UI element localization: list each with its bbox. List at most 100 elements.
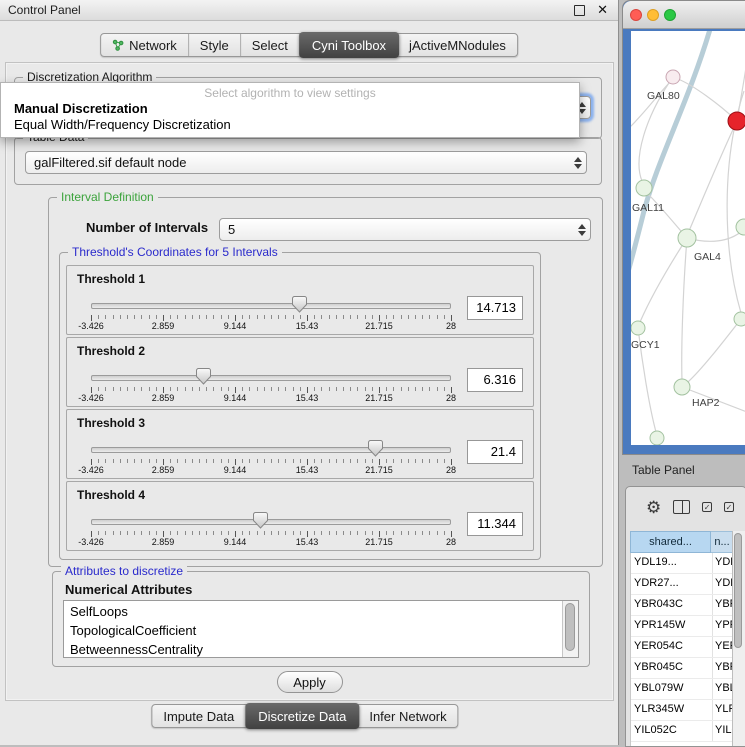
slider-track[interactable] — [91, 447, 451, 453]
gear-icon[interactable]: ⚙ — [646, 499, 661, 516]
network-node-gal11[interactable] — [636, 180, 652, 196]
network-edge[interactable] — [689, 121, 737, 231]
dropdown-option-manual-discretization[interactable]: Manual Discretization — [14, 101, 148, 116]
network-node[interactable] — [728, 112, 745, 130]
listbox-scrollbar[interactable] — [562, 601, 578, 657]
table-row[interactable]: YPR145WYPR1... — [631, 616, 733, 637]
network-node[interactable] — [650, 431, 664, 445]
traffic-light-minimize-icon[interactable] — [647, 9, 659, 21]
attribute-item[interactable]: SelfLoops — [70, 602, 578, 621]
table-data-combobox[interactable]: galFiltered.sif default node — [25, 151, 587, 174]
slider-scale: -3.4262.8599.14415.4321.71528 — [91, 315, 451, 331]
float-window-icon[interactable] — [574, 5, 585, 16]
traffic-light-zoom-icon[interactable] — [664, 9, 676, 21]
table-row[interactable]: YBL079WYBL0... — [631, 679, 733, 700]
scale-tick — [127, 531, 128, 535]
tab-jactivemnodules[interactable]: jActiveMNodules — [398, 34, 517, 56]
scale-tick — [228, 531, 229, 535]
threshold-value-field[interactable]: 14.713 — [467, 296, 523, 320]
threshold-value-field[interactable]: 21.4 — [467, 440, 523, 464]
threshold-slider[interactable] — [91, 512, 451, 530]
combobox-stepper-icon[interactable] — [570, 157, 586, 169]
close-icon[interactable]: ✕ — [597, 2, 608, 18]
network-node-gal4[interactable] — [678, 229, 696, 247]
tab-network[interactable]: Network — [101, 34, 189, 56]
slider-track[interactable] — [91, 519, 451, 525]
scale-label: 9.144 — [224, 537, 247, 547]
table-row[interactable]: YDL19...YDL1... — [631, 553, 733, 574]
table-cell: YBR043C — [634, 598, 683, 610]
scale-tick — [120, 387, 121, 391]
table-scrollbar[interactable] — [732, 531, 745, 746]
network-titlebar[interactable] — [623, 1, 745, 29]
dropdown-option-equal-width-frequency-discretization[interactable]: Equal Width/Frequency Discretization — [14, 117, 231, 132]
table-data-group: Table Data galFiltered.sif default node — [14, 137, 602, 185]
tab-impute-data[interactable]: Impute Data — [152, 705, 246, 727]
slider-thumb[interactable] — [292, 296, 307, 313]
threshold-value-field[interactable]: 11.344 — [467, 512, 523, 536]
scale-tick — [293, 387, 294, 391]
network-edge[interactable] — [688, 319, 741, 382]
number-of-intervals-combobox[interactable]: 5 — [219, 218, 591, 241]
checkbox-icon[interactable]: ✓ — [702, 502, 712, 512]
threshold-slider[interactable] — [91, 440, 451, 458]
scale-tick — [285, 387, 286, 391]
control-panel-titlebar[interactable]: Control Panel ✕ — [0, 0, 618, 21]
attribute-item[interactable]: TopologicalCoefficient — [70, 621, 578, 640]
columns-icon[interactable] — [673, 500, 690, 514]
slider-track[interactable] — [91, 375, 451, 381]
apply-button[interactable]: Apply — [277, 671, 343, 693]
scale-tick — [264, 315, 265, 319]
scale-tick — [134, 387, 135, 391]
table-row[interactable]: YBR043CYBR0... — [631, 595, 733, 616]
table-row[interactable]: YBR045CYBR0... — [631, 658, 733, 679]
scale-label: -3.426 — [78, 465, 104, 475]
network-edge[interactable] — [640, 238, 687, 322]
scale-tick — [415, 531, 416, 535]
thresholds-group: Threshold's Coordinates for 5 Intervals … — [59, 252, 541, 560]
network-node-hap2[interactable] — [674, 379, 690, 395]
network-node-gal80[interactable] — [666, 70, 680, 84]
tab-select[interactable]: Select — [241, 34, 300, 56]
table-row[interactable]: YIL052CYIL0... — [631, 721, 733, 742]
table-row[interactable]: YDR27...YDR2... — [631, 574, 733, 595]
table-cell: YDL19... — [634, 556, 677, 568]
traffic-light-close-icon[interactable] — [630, 9, 642, 21]
scale-label: 21.715 — [365, 537, 393, 547]
scrollbar-thumb[interactable] — [565, 603, 575, 651]
group-title-thresholds: Threshold's Coordinates for 5 Intervals — [68, 245, 282, 260]
slider-track[interactable] — [91, 303, 451, 309]
network-edge[interactable] — [682, 238, 687, 380]
scale-tick — [408, 459, 409, 463]
scrollbar-thumb[interactable] — [734, 533, 742, 648]
scale-tick — [242, 387, 243, 391]
tab-label: Select — [252, 38, 288, 53]
network-canvas[interactable]: GAL80GAL11GAL4GCY1HAP2 — [631, 31, 745, 445]
scale-tick — [444, 387, 445, 391]
threshold-value-field[interactable]: 6.316 — [467, 368, 523, 392]
tab-style[interactable]: Style — [189, 34, 241, 56]
network-node[interactable] — [736, 219, 745, 235]
table-row[interactable]: YLR345WYLR3... — [631, 700, 733, 721]
table-row[interactable]: YER054CYER0... — [631, 637, 733, 658]
scale-tick — [221, 459, 222, 463]
slider-thumb[interactable] — [196, 368, 211, 385]
tab-cyni-toolbox[interactable]: Cyni Toolbox — [299, 32, 399, 58]
table-header-cell[interactable]: shared... — [630, 531, 711, 553]
network-node-gcy1[interactable] — [631, 321, 645, 335]
checkbox-icon[interactable]: ✓ — [724, 502, 734, 512]
threshold-slider[interactable] — [91, 368, 451, 386]
network-node[interactable] — [734, 312, 745, 326]
attribute-item[interactable]: BetweennessCentrality — [70, 640, 578, 658]
tab-discretize-data[interactable]: Discretize Data — [245, 703, 359, 729]
scale-tick — [177, 387, 178, 391]
slider-thumb[interactable] — [253, 512, 268, 529]
slider-thumb[interactable] — [368, 440, 383, 457]
scale-tick — [350, 315, 351, 319]
combobox-stepper-icon[interactable] — [574, 224, 590, 236]
threshold-slider[interactable] — [91, 296, 451, 314]
scale-tick — [422, 387, 423, 391]
tab-infer-network[interactable]: Infer Network — [358, 705, 457, 727]
attributes-listbox[interactable]: SelfLoopsTopologicalCoefficientBetweenne… — [63, 600, 579, 658]
table-header-cell[interactable]: n... — [711, 531, 734, 553]
